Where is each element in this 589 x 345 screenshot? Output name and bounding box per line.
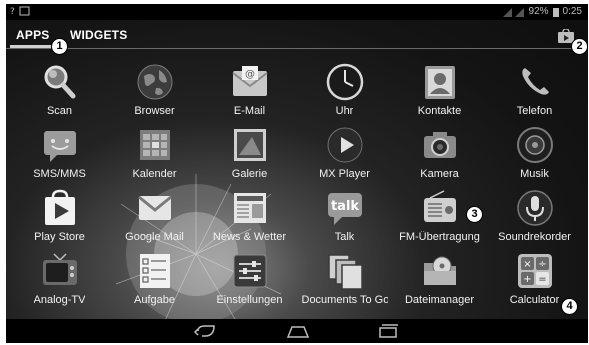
app-mx-player[interactable]: MX Player — [297, 125, 392, 188]
calendar-icon — [139, 130, 170, 160]
signal-icon — [502, 7, 524, 17]
app-email[interactable]: @ E-Mail — [202, 62, 297, 125]
app-scan[interactable]: Scan — [12, 62, 107, 125]
app-sound-recorder[interactable]: Soundrekorder — [487, 188, 582, 251]
globe-icon — [137, 64, 172, 100]
app-label: Documents To Go — [301, 294, 388, 306]
app-label: News & Wetter — [212, 231, 287, 243]
clock-icon — [326, 63, 363, 101]
callout-badge-2: 2 — [571, 38, 588, 55]
app-talk[interactable]: talk Talk — [297, 188, 392, 251]
app-music[interactable]: Musik — [487, 125, 582, 188]
file-manager-icon — [423, 256, 456, 285]
tv-icon — [42, 253, 77, 285]
tab-apps[interactable]: APPS — [16, 28, 49, 42]
app-calendar[interactable]: Kalender — [107, 125, 202, 188]
app-label: Scan — [46, 105, 73, 117]
callout-badge-4: 4 — [561, 298, 578, 315]
app-label: Talk — [334, 231, 355, 243]
app-label: Kamera — [420, 168, 459, 180]
recent-apps-icon[interactable] — [376, 323, 400, 339]
svg-text:×: × — [523, 259, 531, 270]
app-label: Browser — [134, 105, 175, 117]
callout-badge-3: 3 — [466, 206, 483, 223]
app-camera[interactable]: Kamera — [392, 125, 487, 188]
app-label: FM-Übertragung — [399, 231, 480, 243]
app-label: Calculator — [509, 294, 560, 306]
newspaper-icon — [233, 193, 266, 223]
email-icon: @ — [231, 66, 268, 96]
battery-icon — [552, 7, 559, 17]
app-label: Uhr — [335, 105, 354, 117]
app-phone[interactable]: Telefon — [487, 62, 582, 125]
documents-icon — [327, 254, 363, 290]
speaker-icon — [516, 127, 553, 163]
home-icon[interactable] — [286, 323, 310, 339]
app-browser[interactable]: Browser — [107, 62, 202, 125]
app-grid: Scan Browser @ E-Mail Uhr Kontakte Telef… — [12, 62, 586, 316]
app-drawer-tabs: APPS WIDGETS — [6, 22, 588, 49]
app-label: Analog-TV — [33, 294, 86, 306]
app-label: E-Mail — [233, 105, 266, 117]
back-icon[interactable] — [194, 323, 218, 339]
app-file-manager[interactable]: Dateimanager — [392, 251, 487, 314]
app-news-weather[interactable]: News & Wetter — [202, 188, 297, 251]
svg-text:@: @ — [245, 69, 255, 80]
tab-widgets[interactable]: WIDGETS — [70, 28, 127, 42]
app-label: Soundrekorder — [498, 231, 571, 243]
magnifier-icon — [44, 65, 75, 99]
play-icon — [327, 127, 362, 163]
app-label: Dateimanager — [404, 294, 475, 306]
app-clock[interactable]: Uhr — [297, 62, 392, 125]
gmail-icon — [137, 195, 172, 220]
app-contacts[interactable]: Kontakte — [392, 62, 487, 125]
app-analog-tv[interactable]: Analog-TV — [12, 251, 107, 314]
tablet-screen: ? 92% 0:25 APPS WIDGETS Scan Browser @ E… — [6, 4, 588, 343]
app-label: Kalender — [132, 168, 177, 180]
talk-icon: talk — [327, 193, 362, 225]
play-store-icon — [44, 189, 75, 225]
phone-icon — [521, 68, 549, 95]
app-label: Einstellungen — [216, 294, 283, 306]
navigation-bar — [6, 319, 588, 343]
svg-text:?: ? — [10, 7, 15, 16]
app-play-store[interactable]: Play Store — [12, 188, 107, 251]
calculator-icon: × ÷ + = — [517, 254, 552, 288]
svg-text:+: + — [523, 274, 531, 285]
app-label: SMS/MMS — [33, 168, 86, 180]
svg-text:=: = — [538, 274, 546, 285]
microphone-icon — [516, 190, 553, 226]
app-tasks[interactable]: Aufgabe — [107, 251, 202, 314]
app-label: Kontakte — [417, 105, 462, 117]
app-label: MX Player — [319, 168, 370, 180]
app-google-mail[interactable]: Google Mail — [107, 188, 202, 251]
message-icon — [43, 131, 76, 162]
app-sms[interactable]: SMS/MMS — [12, 125, 107, 188]
status-bar: ? 92% 0:25 — [6, 4, 588, 20]
clock-time: 0:25 — [562, 6, 582, 17]
checklist-icon — [139, 254, 170, 288]
app-label: Galerie — [231, 168, 268, 180]
gallery-icon — [233, 129, 266, 161]
callout-badge-1: 1 — [51, 38, 68, 55]
app-label: Telefon — [516, 105, 553, 117]
svg-text:talk: talk — [330, 199, 358, 214]
battery-percent: 92% — [528, 6, 549, 17]
app-label: Musik — [520, 168, 549, 180]
radio-icon — [423, 190, 456, 222]
app-settings[interactable]: Einstellungen — [202, 251, 297, 314]
app-documents-to-go[interactable]: Documents To Go — [297, 251, 392, 314]
app-label: Google Mail — [125, 231, 184, 243]
contacts-icon — [424, 66, 455, 99]
svg-text:÷: ÷ — [538, 259, 546, 270]
app-gallery[interactable]: Galerie — [202, 125, 297, 188]
app-label: Aufgabe — [134, 294, 175, 306]
camera-icon — [423, 132, 456, 158]
app-label: Play Store — [34, 231, 85, 243]
notification-icons: ? — [10, 6, 32, 19]
settings-icon — [233, 254, 266, 288]
